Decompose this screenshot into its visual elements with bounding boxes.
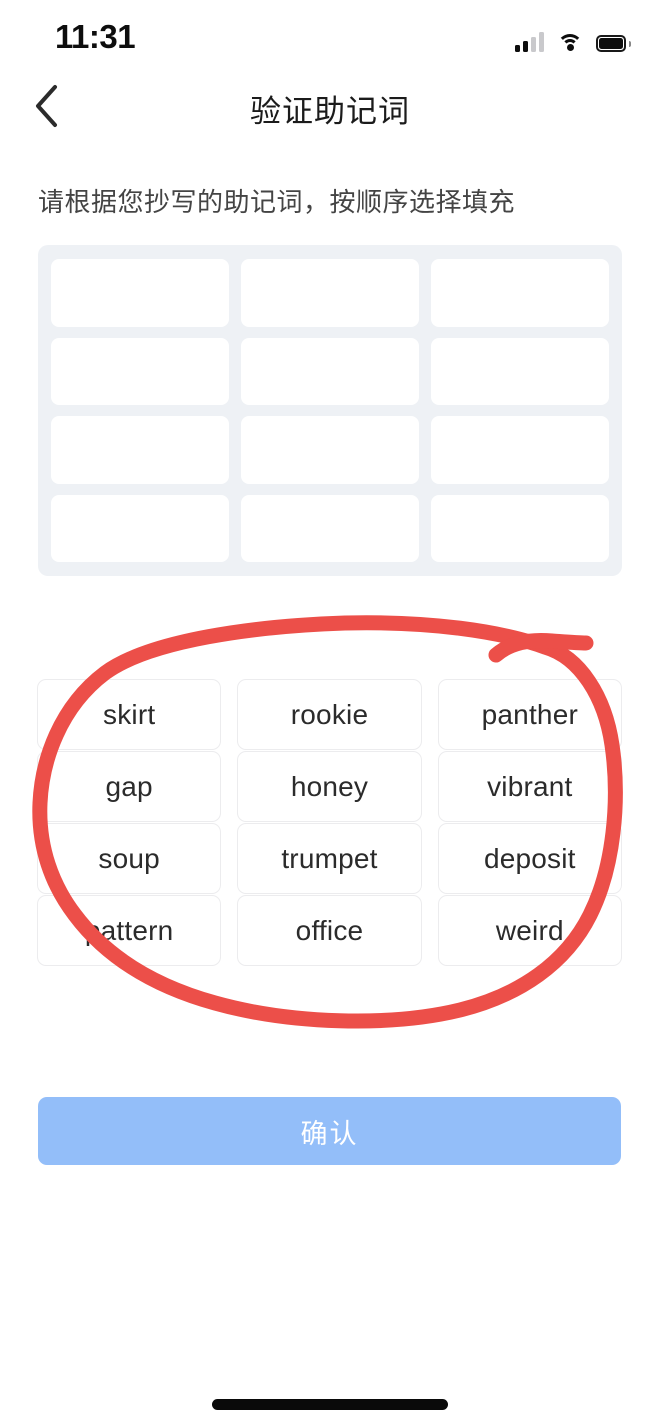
word-chip[interactable]: soup (37, 823, 222, 894)
mnemonic-slot[interactable] (51, 259, 229, 327)
word-chip[interactable]: gap (37, 751, 222, 822)
mnemonic-slot[interactable] (241, 416, 419, 484)
word-chip[interactable]: office (237, 895, 422, 966)
home-indicator (212, 1399, 448, 1410)
battery-full-icon (596, 35, 631, 52)
confirm-button[interactable]: 确认 (38, 1097, 621, 1165)
mnemonic-slot[interactable] (241, 494, 419, 562)
mnemonic-slot[interactable] (431, 416, 609, 484)
word-chip[interactable]: panther (437, 679, 622, 750)
word-chip[interactable]: pattern (37, 895, 222, 966)
mnemonic-slot-panel (38, 245, 622, 576)
word-chip[interactable]: rookie (237, 679, 422, 750)
word-chip[interactable]: vibrant (437, 751, 622, 822)
status-bar-icons (515, 26, 631, 52)
wifi-icon (557, 32, 583, 52)
word-chip[interactable]: weird (437, 895, 622, 966)
word-chip[interactable]: skirt (37, 679, 222, 750)
cellular-signal-icon (515, 32, 544, 52)
phone-screen: 11:31 验证助记词 请根据您抄写的助记词，按顺序选择填充 skirt roo… (0, 0, 660, 1428)
status-bar-time: 11:31 (55, 18, 136, 55)
instruction-text: 请根据您抄写的助记词，按顺序选择填充 (38, 187, 516, 217)
word-chip[interactable]: honey (237, 751, 422, 822)
status-bar: 11:31 (0, 0, 660, 68)
word-bank-grid: skirt rookie panther gap honey vibrant s… (37, 679, 622, 966)
mnemonic-slot[interactable] (431, 337, 609, 405)
mnemonic-slot[interactable] (431, 259, 609, 327)
mnemonic-slot[interactable] (241, 259, 419, 327)
mnemonic-slot[interactable] (51, 494, 229, 562)
mnemonic-slot[interactable] (51, 416, 229, 484)
word-chip[interactable]: deposit (437, 823, 622, 894)
mnemonic-slot[interactable] (431, 494, 609, 562)
mnemonic-slot[interactable] (51, 337, 229, 405)
mnemonic-slot[interactable] (241, 337, 419, 405)
word-chip[interactable]: trumpet (237, 823, 422, 894)
navigation-bar: 验证助记词 (0, 72, 660, 144)
page-title: 验证助记词 (250, 93, 410, 129)
